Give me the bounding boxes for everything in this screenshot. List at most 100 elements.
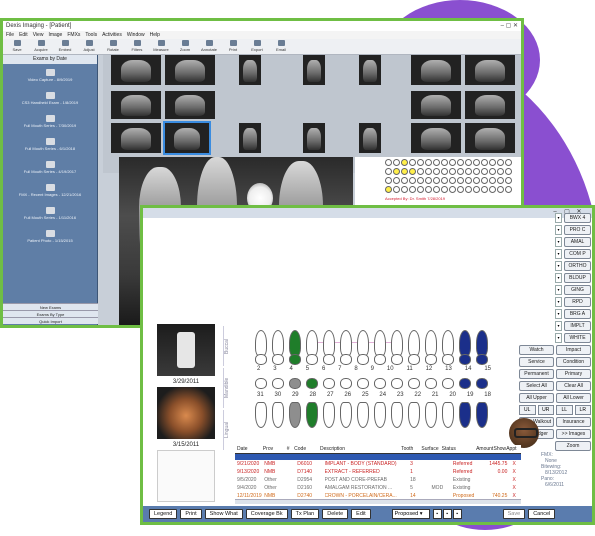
tx-plan-button[interactable]: Tx Plan <box>290 509 320 519</box>
menu-edit[interactable]: Edit <box>19 32 28 38</box>
tooth-select-circle[interactable] <box>457 168 464 175</box>
xray-thumbnail[interactable] <box>165 55 215 85</box>
upper-tooth[interactable] <box>255 330 267 356</box>
tooth-select-circle[interactable] <box>489 159 496 166</box>
dropdown-arrow-icon[interactable]: ▾ <box>555 333 562 343</box>
tooth-select-circle[interactable] <box>449 159 456 166</box>
tooth-select-circle[interactable] <box>441 177 448 184</box>
tooth-select-circle[interactable] <box>393 159 400 166</box>
menu-help[interactable]: Help <box>150 32 160 38</box>
upper-tooth-crown[interactable] <box>323 354 335 365</box>
zoom-button[interactable]: Zoom <box>555 441 591 451</box>
coverage-bk-button[interactable]: Coverage Bk <box>245 509 288 519</box>
tooth-select-circle[interactable] <box>409 159 416 166</box>
toolbar-zoom-button[interactable]: Zoom <box>173 39 197 54</box>
tooth-select-circle[interactable] <box>489 168 496 175</box>
primary-button[interactable]: Primary <box>556 369 591 379</box>
quadrant-ul-button[interactable]: UL <box>519 405 536 415</box>
lower-tooth-crown[interactable] <box>272 378 284 389</box>
tooth-select-circle[interactable] <box>473 177 480 184</box>
dropdown-arrow-icon[interactable]: ▾ <box>555 249 562 259</box>
tooth-select-circle[interactable] <box>481 186 488 193</box>
tab-buccal[interactable]: Buccal <box>223 326 234 366</box>
toolbar-acquire-button[interactable]: Acquire <box>29 39 53 54</box>
xray-thumbnail[interactable] <box>239 55 261 85</box>
tooth-select-circle[interactable] <box>401 168 408 175</box>
tooth-select-circle[interactable] <box>441 168 448 175</box>
toolbar-adjust-button[interactable]: Adjust <box>77 39 101 54</box>
tooth-select-circle[interactable] <box>385 186 392 193</box>
upper-tooth[interactable] <box>323 330 335 356</box>
column-header-prov[interactable]: Prov <box>263 445 287 453</box>
lower-tooth-crown[interactable] <box>476 378 488 389</box>
impact-button[interactable]: Impact <box>556 345 591 355</box>
xray-thumbnail[interactable] <box>303 55 325 85</box>
column-header-amount[interactable]: Amount <box>471 445 493 453</box>
column-header-status[interactable]: Status <box>442 445 472 453</box>
exam-list-item[interactable]: CS3 Handheld Exam - 1/8/2019 <box>3 87 97 110</box>
tooth-select-circle[interactable] <box>481 168 488 175</box>
tooth-select-circle[interactable] <box>505 177 512 184</box>
medication-photo[interactable] <box>157 324 215 376</box>
upper-tooth[interactable] <box>374 330 386 356</box>
toolbar-email-button[interactable]: Email <box>269 39 293 54</box>
legend-button[interactable]: Legend <box>149 509 178 519</box>
show-what-button[interactable]: Show What <box>204 509 243 519</box>
new-exams-button[interactable]: New Exams <box>3 303 98 310</box>
upper-tooth-crown[interactable] <box>340 354 352 365</box>
proc-amal-button[interactable]: AMAL <box>564 237 591 247</box>
exam-list-item[interactable]: Patient Photo - 1/15/2015 <box>3 225 97 248</box>
tooth-select-circle[interactable] <box>505 168 512 175</box>
lower-tooth-crown[interactable] <box>340 378 352 389</box>
dropdown-arrow-icon[interactable]: ▾ <box>555 285 562 295</box>
column-header-date[interactable]: Date <box>235 445 263 453</box>
menu-activities[interactable]: Activities <box>102 32 122 38</box>
lower-tooth[interactable] <box>340 402 352 428</box>
upper-tooth[interactable] <box>476 330 488 356</box>
exam-list-item[interactable]: Full Mouth Series - 6/1/2018 <box>3 133 97 156</box>
tooth-select-circle[interactable] <box>497 186 504 193</box>
tooth-select-circle[interactable] <box>433 186 440 193</box>
procedure-row[interactable]: 9/13/2020 NMB D7140 EXTRACT - REFERRED 1 Refe… <box>235 468 521 476</box>
all-upper-button[interactable]: All Upper <box>519 393 554 403</box>
upper-tooth-crown[interactable] <box>374 354 386 365</box>
menu-image[interactable]: Image <box>48 32 62 38</box>
upper-tooth-crown[interactable] <box>425 354 437 365</box>
tooth-select-circle[interactable] <box>465 159 472 166</box>
lower-tooth-crown[interactable] <box>408 378 420 389</box>
odontogram[interactable]: 2 3 4 5 6 7 8 9 10 11 12 13 14 15 31 30 29 28 27 26 25 24 23 2… <box>239 326 509 438</box>
xray-thumbnail[interactable] <box>165 91 215 119</box>
lower-tooth-crown[interactable] <box>255 378 267 389</box>
tooth-select-circle[interactable] <box>409 186 416 193</box>
proc-ortho-button[interactable]: ORTHO <box>564 261 591 271</box>
upper-tooth[interactable] <box>340 330 352 356</box>
watch-button[interactable]: Watch <box>519 345 554 355</box>
service-button[interactable]: Service <box>519 357 554 367</box>
procedure-row[interactable]: 9/21/2020 NMB D6010 IMPLANT - BODY (STANDAR… <box>235 460 521 468</box>
column-header-description[interactable]: Description <box>320 445 401 453</box>
quadrant-lr-button[interactable]: LR <box>574 405 591 415</box>
tooth-select-circle[interactable] <box>449 177 456 184</box>
tooth-select-circle[interactable] <box>385 177 392 184</box>
quadrant-ur-button[interactable]: UR <box>537 405 554 415</box>
tooth-select-circle[interactable] <box>425 159 432 166</box>
upper-tooth[interactable] <box>272 330 284 356</box>
lower-tooth[interactable] <box>425 402 437 428</box>
dropdown-arrow-icon[interactable]: ▾ <box>555 297 562 307</box>
upper-tooth[interactable] <box>289 330 301 356</box>
lower-tooth-crown[interactable] <box>459 378 471 389</box>
grid-icon[interactable]: ▪ <box>452 509 462 519</box>
delete-button[interactable]: Delete <box>322 509 349 519</box>
lower-tooth-crown[interactable] <box>289 378 301 389</box>
menu-view[interactable]: View <box>33 32 44 38</box>
tooth-select-circle[interactable] <box>481 177 488 184</box>
dropdown-arrow-icon[interactable]: ▾ <box>555 225 562 235</box>
clear-all-button[interactable]: Clear All <box>556 381 591 391</box>
upper-tooth-crown[interactable] <box>272 354 284 365</box>
column-header-show[interactable]: Show <box>493 445 506 453</box>
lower-tooth[interactable] <box>374 402 386 428</box>
exam-list-item[interactable]: Full Mouth Series - 4/19/2017 <box>3 156 97 179</box>
column-header-appt[interactable]: Appt <box>506 445 521 453</box>
upper-tooth[interactable] <box>425 330 437 356</box>
dropdown-arrow-icon[interactable]: ▾ <box>555 309 562 319</box>
